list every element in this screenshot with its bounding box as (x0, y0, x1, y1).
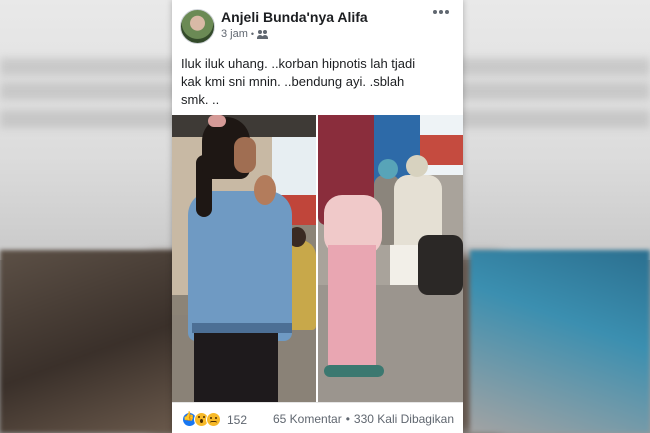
friends-icon (257, 29, 269, 39)
post-card: Anjeli Bunda'nya Alifa 3 jam • Iluk iluk… (172, 0, 463, 433)
sad-icon (206, 412, 221, 427)
avatar[interactable] (180, 9, 215, 44)
backdrop-left-photo (0, 250, 180, 433)
photo-girl-standing[interactable] (172, 115, 316, 402)
engagement-stats: 65 Komentar • 330 Kali Dibagikan (273, 412, 454, 426)
author-name[interactable]: Anjeli Bunda'nya Alifa (221, 9, 368, 25)
reaction-count: 152 (227, 412, 248, 427)
post-footer: 152 65 Komentar • 330 Kali Dibagikan (172, 402, 463, 433)
post-meta: 3 jam • (221, 28, 269, 40)
stats-separator: • (345, 412, 350, 426)
more-horizontal-icon[interactable] (433, 10, 449, 16)
photo-group-outside[interactable] (318, 115, 463, 402)
shares-count[interactable]: 330 Kali Dibagikan (354, 412, 454, 426)
post-text: Iluk iluk uhang. ..korban hipnotis lah t… (181, 56, 416, 107)
backdrop-right-photo (470, 250, 650, 433)
reactions-summary[interactable]: 152 (182, 411, 248, 427)
comments-count[interactable]: 65 Komentar (273, 412, 342, 426)
post-time[interactable]: 3 jam (221, 28, 248, 40)
photo-grid (172, 115, 463, 402)
meta-separator: • (250, 29, 255, 39)
post-header: Anjeli Bunda'nya Alifa 3 jam • (172, 0, 463, 52)
